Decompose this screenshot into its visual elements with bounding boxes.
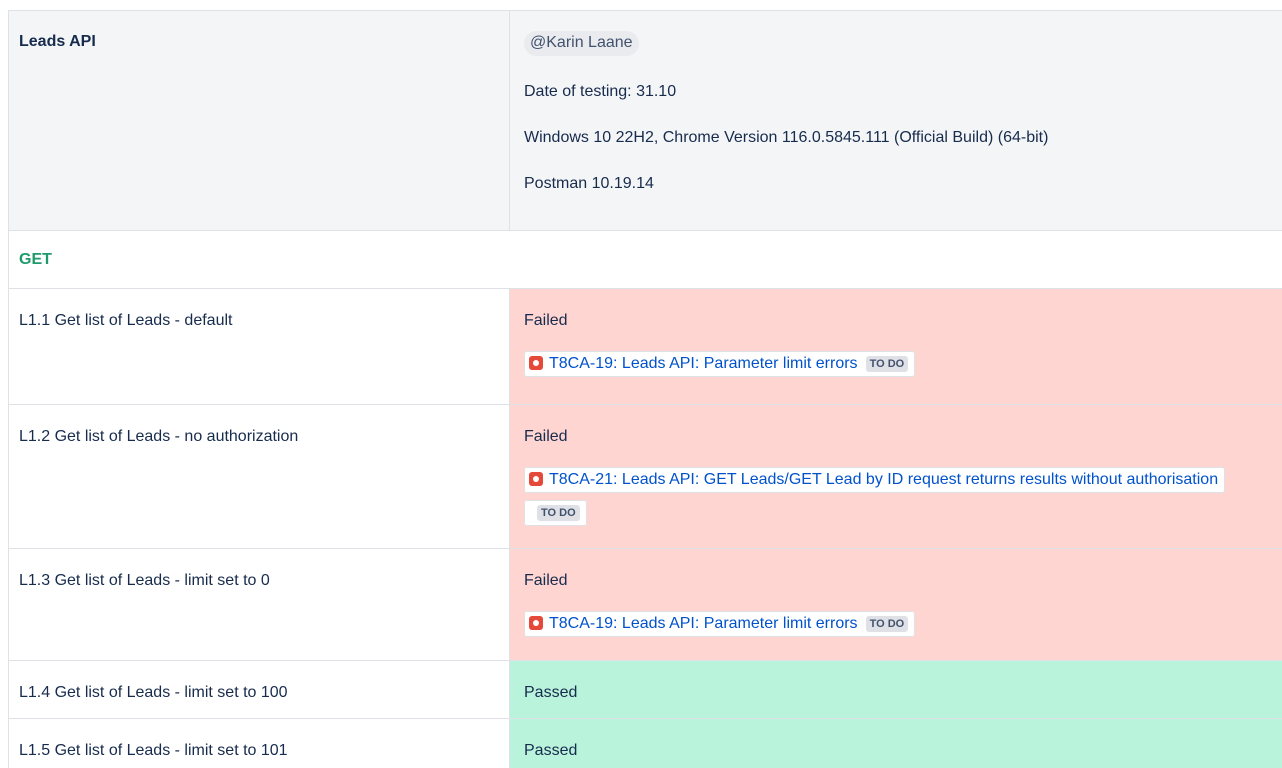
table-row: L1.3 Get list of Leads - limit set to 0 …: [8, 548, 1282, 661]
bug-icon: [529, 472, 543, 486]
testing-date: Date of testing: 31.10: [524, 83, 677, 100]
section-label-get: GET: [19, 251, 52, 268]
result-cell: Failed T8CA-19: Leads API: Parameter lim…: [509, 288, 1282, 405]
bug-icon: [529, 356, 543, 370]
test-case-cell: L1.2 Get list of Leads - no authorizatio…: [8, 404, 510, 549]
result-cell: Passed: [509, 718, 1282, 768]
issue-link-wrap: T8CA-19: Leads API: Parameter limit erro…: [520, 347, 1272, 380]
test-case-name: L1.3 Get list of Leads - limit set to 0: [19, 572, 270, 589]
result-status: Passed: [524, 684, 578, 701]
tool-version: Postman 10.19.14: [524, 175, 654, 192]
test-case-name: L1.5 Get list of Leads - limit set to 10…: [19, 742, 288, 759]
result-status: Passed: [524, 742, 578, 759]
issue-summary[interactable]: T8CA-21: Leads API: GET Leads/GET Lead b…: [549, 471, 1218, 488]
test-case-cell: L1.5 Get list of Leads - limit set to 10…: [8, 718, 510, 768]
issue-link-wrap: T8CA-21: Leads API: GET Leads/GET Lead b…: [520, 463, 1272, 529]
result-status: Failed: [524, 428, 568, 445]
section-row: GET: [8, 230, 1282, 289]
section-cell: GET: [8, 230, 1282, 289]
test-results-table: Leads API @Karin Laane Date of testing: …: [8, 10, 1282, 768]
test-case-name: L1.4 Get list of Leads - limit set to 10…: [19, 684, 288, 701]
api-title: Leads API: [19, 33, 96, 50]
issue-status-lozenge: TO DO: [865, 356, 909, 372]
user-mention[interactable]: @Karin Laane: [524, 31, 639, 56]
test-case-cell: L1.3 Get list of Leads - limit set to 0: [8, 548, 510, 661]
bug-icon: [529, 616, 543, 630]
issue-status-lozenge: TO DO: [865, 616, 909, 632]
table-row: L1.1 Get list of Leads - default Failed …: [8, 288, 1282, 405]
result-cell: Failed T8CA-21: Leads API: GET Leads/GET…: [509, 404, 1282, 549]
test-case-name: L1.2 Get list of Leads - no authorizatio…: [19, 428, 299, 445]
jira-issue-link[interactable]: T8CA-19: Leads API: Parameter limit erro…: [524, 351, 916, 377]
test-case-cell: L1.4 Get list of Leads - limit set to 10…: [8, 660, 510, 719]
issue-status-lozenge: TO DO: [537, 505, 580, 521]
table-row: L1.2 Get list of Leads - no authorizatio…: [8, 404, 1282, 549]
test-report-page: Leads API @Karin Laane Date of testing: …: [0, 0, 1282, 768]
jira-issue-link[interactable]: T8CA-19: Leads API: Parameter limit erro…: [524, 611, 916, 637]
issue-summary[interactable]: T8CA-19: Leads API: Parameter limit erro…: [549, 615, 858, 632]
header-info-cell: @Karin Laane Date of testing: 31.10 Wind…: [509, 10, 1282, 231]
jira-issue-link[interactable]: T8CA-21: Leads API: GET Leads/GET Lead b…: [524, 467, 1226, 526]
test-case-name: L1.1 Get list of Leads - default: [19, 312, 233, 329]
result-status: Failed: [524, 572, 568, 589]
issue-link-wrap: T8CA-19: Leads API: Parameter limit erro…: [520, 607, 1272, 640]
result-status: Failed: [524, 312, 568, 329]
issue-summary[interactable]: T8CA-19: Leads API: Parameter limit erro…: [549, 355, 858, 372]
table-row: L1.5 Get list of Leads - limit set to 10…: [8, 718, 1282, 768]
header-title-cell: Leads API: [8, 10, 510, 231]
result-cell: Failed T8CA-19: Leads API: Parameter lim…: [509, 548, 1282, 661]
test-case-cell: L1.1 Get list of Leads - default: [8, 288, 510, 405]
top-gap: [0, 0, 1282, 10]
table-row: L1.4 Get list of Leads - limit set to 10…: [8, 660, 1282, 719]
header-row: Leads API @Karin Laane Date of testing: …: [8, 10, 1282, 231]
environment-info: Windows 10 22H2, Chrome Version 116.0.58…: [524, 129, 1049, 146]
result-cell: Passed: [509, 660, 1282, 719]
